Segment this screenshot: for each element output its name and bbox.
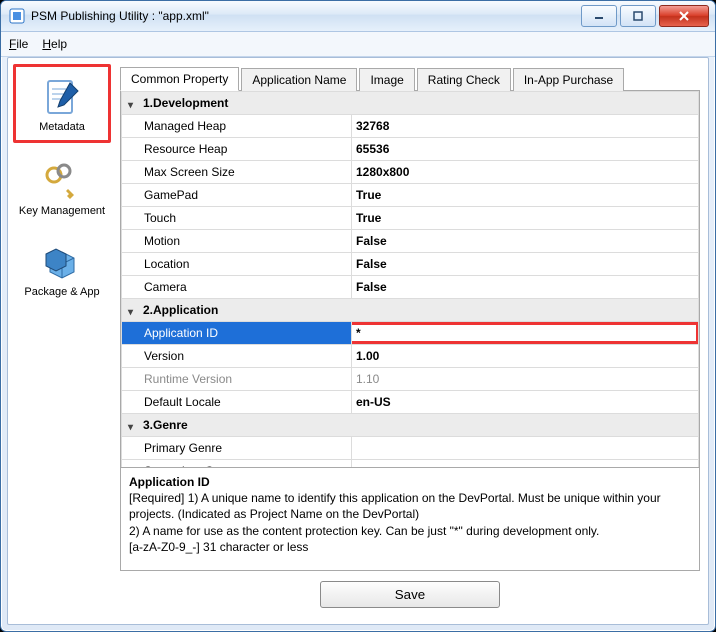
- keys-icon: [38, 157, 86, 205]
- help-text: 2) A name for use as the content protect…: [129, 523, 691, 539]
- highlight-border: [352, 322, 699, 344]
- close-button[interactable]: [659, 5, 709, 27]
- prop-max-screen-size[interactable]: Max Screen Size1280x800: [122, 161, 699, 184]
- tab-in-app-purchase[interactable]: In-App Purchase: [513, 68, 624, 91]
- prop-camera[interactable]: CameraFalse: [122, 276, 699, 299]
- menu-help[interactable]: Help: [42, 37, 67, 51]
- prop-runtime-version: Runtime Version1.10: [122, 368, 699, 391]
- property-grid-container: 1.Development Managed Heap32768 Resource…: [120, 91, 700, 571]
- tab-rating-check[interactable]: Rating Check: [417, 68, 511, 91]
- window-title: PSM Publishing Utility : "app.xml": [31, 9, 578, 23]
- tab-image[interactable]: Image: [359, 68, 414, 91]
- help-title: Application ID: [129, 474, 691, 490]
- prop-default-locale[interactable]: Default Localeen-US: [122, 391, 699, 414]
- document-edit-icon: [38, 73, 86, 121]
- titlebar[interactable]: PSM Publishing Utility : "app.xml": [1, 1, 715, 32]
- menubar: File Help: [1, 32, 715, 57]
- prop-managed-heap[interactable]: Managed Heap32768: [122, 115, 699, 138]
- app-window: PSM Publishing Utility : "app.xml" File …: [0, 0, 716, 632]
- sidebar-item-key-management[interactable]: Key Management: [16, 151, 108, 224]
- prop-motion[interactable]: MotionFalse: [122, 230, 699, 253]
- sidebar-item-label: Key Management: [19, 205, 105, 218]
- sidebar-item-label: Metadata: [39, 121, 85, 134]
- package-icon: [38, 238, 86, 286]
- main-panel: Common Property Application Name Image R…: [116, 58, 708, 624]
- collapse-icon[interactable]: [128, 97, 139, 108]
- help-text: [Required] 1) A unique name to identify …: [129, 490, 691, 522]
- collapse-icon[interactable]: [128, 304, 139, 315]
- property-grid[interactable]: 1.Development Managed Heap32768 Resource…: [121, 91, 699, 467]
- sidebar-item-metadata[interactable]: Metadata: [13, 64, 111, 143]
- menu-file[interactable]: File: [9, 37, 28, 51]
- tab-bar: Common Property Application Name Image R…: [120, 64, 700, 91]
- app-icon: [9, 8, 25, 24]
- prop-resource-heap[interactable]: Resource Heap65536: [122, 138, 699, 161]
- collapse-icon[interactable]: [128, 419, 139, 430]
- button-row: Save: [120, 571, 700, 616]
- help-text: [a-zA-Z0-9_-] 31 character or less: [129, 539, 691, 555]
- category-genre[interactable]: 3.Genre: [122, 414, 699, 437]
- prop-version[interactable]: Version1.00: [122, 345, 699, 368]
- tab-common-property[interactable]: Common Property: [120, 67, 239, 91]
- content-area: Metadata Key Management Package & App Co…: [7, 57, 709, 625]
- help-panel: Application ID [Required] 1) A unique na…: [121, 467, 699, 570]
- sidebar-item-label: Package & App: [24, 286, 99, 299]
- save-button[interactable]: Save: [320, 581, 500, 608]
- prop-location[interactable]: LocationFalse: [122, 253, 699, 276]
- maximize-button[interactable]: [620, 5, 656, 27]
- category-application[interactable]: 2.Application: [122, 299, 699, 322]
- prop-gamepad[interactable]: GamePadTrue: [122, 184, 699, 207]
- sidebar: Metadata Key Management Package & App: [8, 58, 116, 624]
- minimize-button[interactable]: [581, 5, 617, 27]
- prop-primary-genre[interactable]: Primary Genre: [122, 437, 699, 460]
- prop-secondary-genre[interactable]: Secondary Genre: [122, 460, 699, 468]
- prop-touch[interactable]: TouchTrue: [122, 207, 699, 230]
- sidebar-item-package-app[interactable]: Package & App: [16, 232, 108, 305]
- category-development[interactable]: 1.Development: [122, 92, 699, 115]
- prop-application-id[interactable]: Application ID *: [122, 322, 699, 345]
- tab-application-name[interactable]: Application Name: [241, 68, 357, 91]
